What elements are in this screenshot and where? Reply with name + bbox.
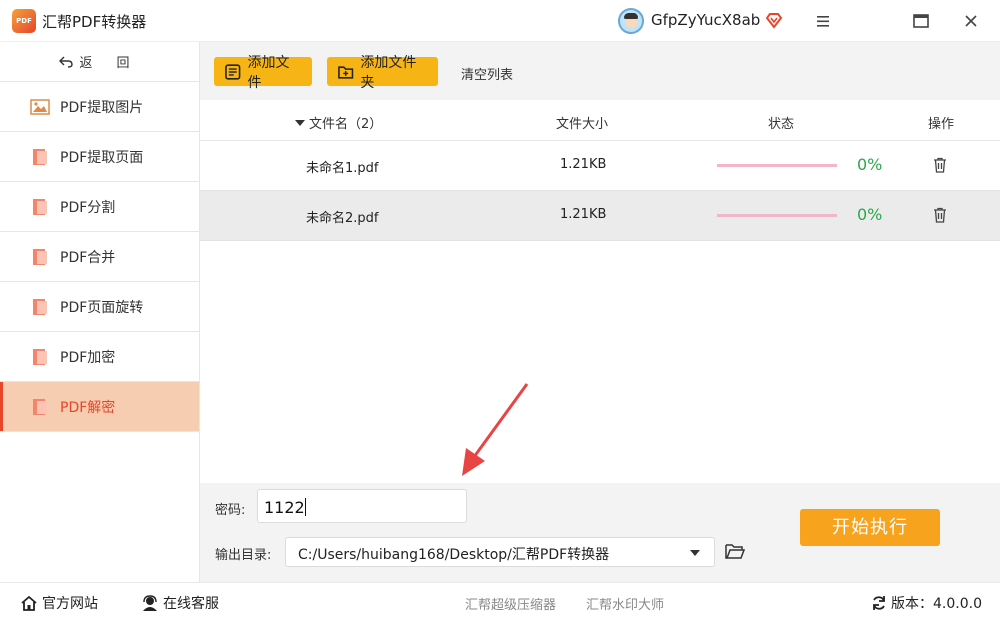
sidebar-item-label: PDF提取页面 <box>60 149 144 166</box>
pdf-doc-icon <box>33 298 47 315</box>
output-dir-label: 输出目录: <box>215 548 272 563</box>
support-agent-icon <box>143 595 157 611</box>
table-header: 文件名（2） 文件大小 状态 操作 <box>200 100 1000 141</box>
password-label: 密码: <box>215 503 246 518</box>
sidebar-item-decrypt[interactable]: PDF解密 <box>0 382 199 432</box>
column-status: 状态 <box>768 117 795 132</box>
text-caret <box>304 498 306 516</box>
trash-icon[interactable] <box>933 207 947 223</box>
vip-diamond-icon[interactable] <box>765 11 783 29</box>
progress-percent: 0% <box>857 155 883 174</box>
back-arrow-icon <box>59 56 74 68</box>
password-input[interactable]: 1122 <box>257 489 467 523</box>
file-name: 未命名1.pdf <box>306 161 379 176</box>
add-file-label: 添加文件 <box>247 54 290 91</box>
sidebar-item-label: PDF合并 <box>60 249 116 266</box>
sidebar-item-encrypt[interactable]: PDF加密 <box>0 332 199 382</box>
sort-arrow-icon <box>295 120 305 126</box>
pdf-doc-icon <box>33 398 47 415</box>
add-folder-button[interactable]: 添加文件夹 <box>327 55 438 91</box>
sidebar-item-label: PDF解密 <box>60 399 116 416</box>
image-icon <box>30 98 50 115</box>
maximize-icon[interactable] <box>908 8 934 34</box>
add-folder-label: 添加文件夹 <box>360 54 417 91</box>
file-name: 未命名2.pdf <box>306 211 379 226</box>
close-icon[interactable] <box>958 8 984 34</box>
sidebar-item-label: PDF分割 <box>60 199 116 216</box>
add-file-button[interactable]: 添加文件 <box>214 55 312 91</box>
sidebar: 返 回 PDF提取图片 PDF提取页面 PDF分割 PDF合并 PDF页面旋转 … <box>0 42 200 582</box>
refresh-icon <box>873 596 885 610</box>
app-title: 汇帮PDF转换器 <box>42 13 147 31</box>
pdf-doc-icon <box>33 248 47 265</box>
column-action: 操作 <box>928 117 955 132</box>
back-label: 返 回 <box>79 56 140 71</box>
password-value: 1122 <box>264 498 305 517</box>
status-bar: 官方网站 在线客服 汇帮超级压缩器 汇帮水印大师 版本：4.0.0.0 <box>0 582 1000 617</box>
back-button[interactable]: 返 回 <box>0 42 199 82</box>
watermark-link[interactable]: 汇帮水印大师 <box>586 594 664 613</box>
trash-icon[interactable] <box>933 157 947 173</box>
progress-percent: 0% <box>857 205 883 224</box>
progress-bar <box>717 164 837 167</box>
official-site-label: 官方网站 <box>42 596 98 612</box>
sidebar-item-label: PDF加密 <box>60 349 116 366</box>
version-label: 版本：4.0.0.0 <box>891 596 982 612</box>
online-service-label: 在线客服 <box>163 596 219 612</box>
add-file-icon <box>225 63 241 80</box>
pdf-doc-icon <box>33 348 47 365</box>
column-filename[interactable]: 文件名（2） <box>295 113 382 132</box>
sidebar-item-label: PDF页面旋转 <box>60 299 144 316</box>
folder-open-icon[interactable] <box>725 542 745 560</box>
menu-icon[interactable] <box>810 8 836 34</box>
output-dir-value: C:/Users/huibang168/Desktop/汇帮PDF转换器 <box>298 547 610 563</box>
output-dir-select[interactable]: C:/Users/huibang168/Desktop/汇帮PDF转换器 <box>285 537 715 567</box>
sidebar-item-rotate[interactable]: PDF页面旋转 <box>0 282 199 332</box>
table-row[interactable]: 未命名2.pdf 1.21KB 0% <box>200 191 1000 241</box>
title-bar: PDF 汇帮PDF转换器 GfpZyYucX8ab <box>0 0 1000 42</box>
sidebar-item-extract-images[interactable]: PDF提取图片 <box>0 82 199 132</box>
app-logo: PDF <box>12 9 36 33</box>
add-folder-icon <box>338 65 354 79</box>
sidebar-item-label: PDF提取图片 <box>60 99 144 116</box>
column-filesize: 文件大小 <box>556 117 609 132</box>
version-info[interactable]: 版本：4.0.0.0 <box>871 593 982 613</box>
chevron-down-icon <box>690 550 700 556</box>
official-site-link[interactable]: 官方网站 <box>20 593 98 613</box>
sidebar-item-split[interactable]: PDF分割 <box>0 182 199 232</box>
table-row[interactable]: 未命名1.pdf 1.21KB 0% <box>200 141 1000 191</box>
sidebar-item-extract-pages[interactable]: PDF提取页面 <box>0 132 199 182</box>
sidebar-item-merge[interactable]: PDF合并 <box>0 232 199 282</box>
options-panel: 密码: 1122 输出目录: C:/Users/huibang168/Deskt… <box>200 483 1000 582</box>
toolbar: 添加文件 添加文件夹 清空列表 <box>200 42 1000 100</box>
username[interactable]: GfpZyYucX8ab <box>651 11 760 29</box>
file-size: 1.21KB <box>560 157 607 172</box>
main-panel: 添加文件 添加文件夹 清空列表 文件名（2） 文件大小 状态 操作 未命名1.p… <box>200 42 1000 582</box>
file-size: 1.21KB <box>560 207 607 222</box>
clear-list-button[interactable]: 清空列表 <box>461 64 513 83</box>
home-icon <box>21 595 37 611</box>
start-button[interactable]: 开始执行 <box>800 509 940 546</box>
user-avatar[interactable] <box>618 8 644 34</box>
column-filename-label: 文件名（2） <box>309 117 383 132</box>
progress-bar <box>717 214 837 217</box>
pdf-doc-icon <box>33 148 47 165</box>
online-service-link[interactable]: 在线客服 <box>141 593 219 613</box>
compressor-link[interactable]: 汇帮超级压缩器 <box>465 594 556 613</box>
pdf-doc-icon <box>33 198 47 215</box>
